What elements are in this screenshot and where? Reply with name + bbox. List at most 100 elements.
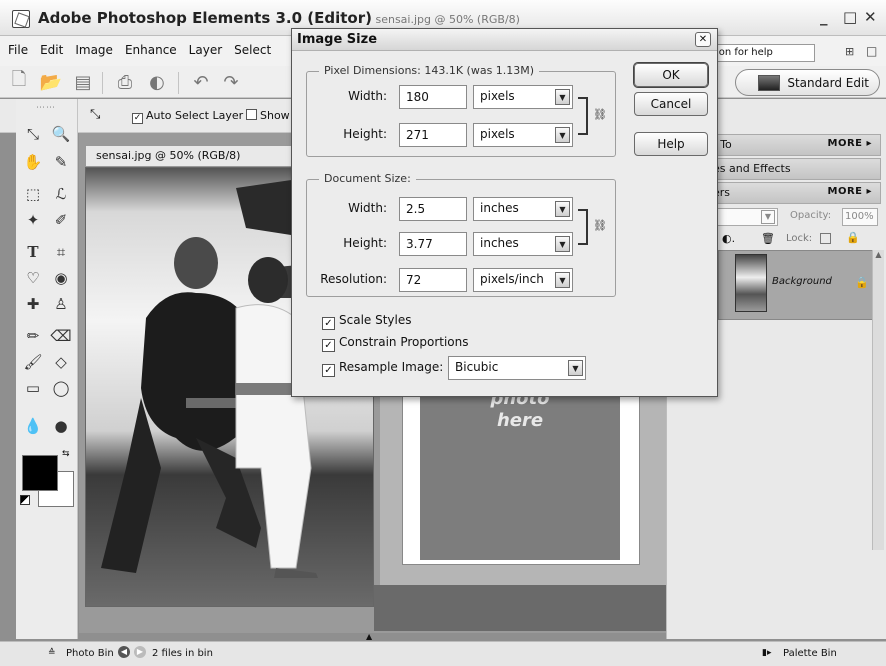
cancel-button[interactable]: Cancel <box>634 92 708 116</box>
undo-icon[interactable]: ↶ <box>188 70 214 94</box>
menu-edit[interactable]: Edit <box>34 40 69 60</box>
how-to-more-button[interactable]: MORE ▸ <box>828 138 872 149</box>
show-bounding-box-checkbox[interactable]: Show <box>246 109 290 122</box>
dialog-title-bar[interactable]: Image Size ✕ <box>292 29 717 51</box>
gradient-tool-icon[interactable]: ▭ <box>20 375 46 401</box>
menu-image[interactable]: Image <box>69 40 119 60</box>
clone-stamp-tool-icon[interactable]: ♙ <box>48 291 74 317</box>
layers-scrollbar[interactable]: ▲ <box>872 250 884 550</box>
auto-select-check-icon: ✓ <box>132 113 143 124</box>
pixel-width-label: Width: <box>348 89 387 103</box>
resample-method-select[interactable]: Bicubic ▼ <box>448 356 586 380</box>
cookie-cutter-tool-icon[interactable]: ♡ <box>20 265 46 291</box>
zoom-tool-icon[interactable]: 🔍 <box>48 121 74 147</box>
toolbar-separator <box>102 72 103 94</box>
menu-layer[interactable]: Layer <box>183 40 228 60</box>
close-button[interactable]: ✕ <box>864 8 877 26</box>
pixel-width-unit-select[interactable]: pixels ▼ <box>473 85 573 109</box>
eraser-tool-icon[interactable]: ⌫ <box>48 323 74 349</box>
crop-tool-icon[interactable]: ⌗ <box>48 239 74 265</box>
doc-width-input[interactable] <box>399 197 467 221</box>
photo-bin-label[interactable]: Photo Bin <box>66 648 114 659</box>
palette-layout-icon[interactable]: ⊞ <box>845 45 854 58</box>
adjustment-layer-icon[interactable]: ◐. <box>722 232 735 245</box>
resolution-unit-value: pixels/inch <box>480 272 544 286</box>
ok-button[interactable]: OK <box>634 63 708 87</box>
palette-bin-toggle-icon[interactable]: ▮▸ <box>762 648 771 658</box>
move-tool-preset-icon[interactable]: ⤡ <box>90 107 100 122</box>
eyedropper-tool-icon[interactable]: ✎ <box>48 149 74 175</box>
shape-tool-icon[interactable]: ◯ <box>48 375 74 401</box>
selection-brush-tool-icon[interactable]: ✐ <box>48 207 74 233</box>
scroll-up-arrow-icon[interactable]: ▲ <box>873 250 884 259</box>
auto-select-layer-checkbox[interactable]: ✓ Auto Select Layer <box>132 109 243 124</box>
scale-styles-checkbox[interactable]: ✓ Scale Styles <box>322 313 412 330</box>
minimize-button[interactable]: _ <box>820 8 828 26</box>
lock-all-icon[interactable]: 🔒 <box>846 231 860 244</box>
app-icon <box>12 10 30 28</box>
layer-lock-icon: 🔒 <box>855 276 869 289</box>
pencil-tool-icon[interactable]: ✏ <box>20 323 46 349</box>
next-photo-icon[interactable]: ▶ <box>134 646 146 658</box>
doc-height-input[interactable] <box>399 232 467 256</box>
document-size-group: Document Size: Width: inches ▼ Height: i… <box>306 172 616 297</box>
doc-width-unit-value: inches <box>480 201 519 215</box>
doc-width-unit-select[interactable]: inches ▼ <box>473 197 573 221</box>
toolbox: ⋯⋯ ⤡ 🔍 ✋ ✎ ⬚ ℒ ✦ ✐ T ⌗ ♡ ◉ ✚ ♙ ✏ ⌫ 🖌 ◇ ▭… <box>16 99 78 639</box>
default-colors-icon[interactable] <box>20 495 30 505</box>
brush-tool-icon[interactable]: 🖌 <box>20 349 46 375</box>
palette-styles-effects-header[interactable]: es and Effects <box>706 158 881 180</box>
print-icon[interactable]: ⎙ <box>112 70 138 94</box>
pixel-height-unit-select[interactable]: pixels ▼ <box>473 123 573 147</box>
blur-tool-icon[interactable]: 💧 <box>20 413 46 439</box>
marquee-tool-icon[interactable]: ⬚ <box>20 181 46 207</box>
help-search-input[interactable]: tion for help <box>707 44 815 62</box>
redo-icon[interactable]: ↷ <box>218 70 244 94</box>
collapse-bin-arrow-icon[interactable]: ▲ <box>366 632 372 641</box>
window-restore-icon[interactable]: □ <box>866 44 877 58</box>
resolution-unit-select[interactable]: pixels/inch ▼ <box>473 268 573 292</box>
previous-photo-icon[interactable]: ◀ <box>118 646 130 658</box>
menu-select[interactable]: Select <box>228 40 277 60</box>
hand-tool-icon[interactable]: ✋ <box>20 149 46 175</box>
dialog-close-icon[interactable]: ✕ <box>695 32 711 47</box>
new-file-icon[interactable]: 🗋 <box>6 69 32 94</box>
menu-file[interactable]: File <box>0 40 34 60</box>
resolution-input[interactable] <box>399 268 467 292</box>
doc-height-unit-select[interactable]: inches ▼ <box>473 232 573 256</box>
palette-layers-header[interactable]: ers MORE ▸ <box>706 182 881 204</box>
maximize-button[interactable]: □ <box>843 8 857 26</box>
lock-transparency-icon[interactable] <box>820 233 831 244</box>
open-folder-icon[interactable]: 📂 <box>38 70 64 94</box>
red-eye-tool-icon[interactable]: ◉ <box>48 265 74 291</box>
photo-bin-toggle-icon[interactable]: ≙ <box>48 648 56 658</box>
palette-bin-label[interactable]: Palette Bin <box>783 648 837 659</box>
lasso-tool-icon[interactable]: ℒ <box>48 181 74 207</box>
standard-edit-button[interactable]: Standard Edit <box>735 69 880 96</box>
toolbox-grip[interactable]: ⋯⋯ <box>36 103 56 113</box>
constrain-proportions-checkbox[interactable]: ✓ Constrain Proportions <box>322 335 469 352</box>
magic-wand-tool-icon[interactable]: ✦ <box>20 207 46 233</box>
resample-image-checkbox[interactable]: ✓ Resample Image: <box>322 360 443 377</box>
sponge-tool-icon[interactable]: ● <box>48 413 74 439</box>
trash-icon[interactable]: 🗑 <box>761 232 775 245</box>
swap-colors-icon[interactable]: ⇆ <box>62 449 70 459</box>
palette-how-to-header[interactable]: / To MORE ▸ <box>706 134 881 156</box>
opacity-input[interactable]: 100% <box>842 208 878 226</box>
healing-brush-tool-icon[interactable]: ✚ <box>20 291 46 317</box>
paint-bucket-tool-icon[interactable]: ◇ <box>48 349 74 375</box>
styles-effects-label: es and Effects <box>713 162 791 175</box>
move-tool-icon[interactable]: ⤡ <box>20 121 46 147</box>
foreground-color-swatch[interactable] <box>22 455 58 491</box>
layers-more-button[interactable]: MORE ▸ <box>828 186 872 197</box>
web-icon[interactable]: ◐ <box>144 70 170 94</box>
document-size-label: Document Size: <box>319 172 416 185</box>
pixel-height-input[interactable] <box>399 123 467 147</box>
type-tool-icon[interactable]: T <box>20 239 46 265</box>
doc-chain-link-icon: ⛓ <box>593 219 607 232</box>
menu-enhance[interactable]: Enhance <box>119 40 183 60</box>
help-button[interactable]: Help <box>634 132 708 156</box>
save-icon[interactable]: ▤ <box>70 70 96 94</box>
resolution-label: Resolution: <box>320 272 387 286</box>
pixel-width-input[interactable] <box>399 85 467 109</box>
